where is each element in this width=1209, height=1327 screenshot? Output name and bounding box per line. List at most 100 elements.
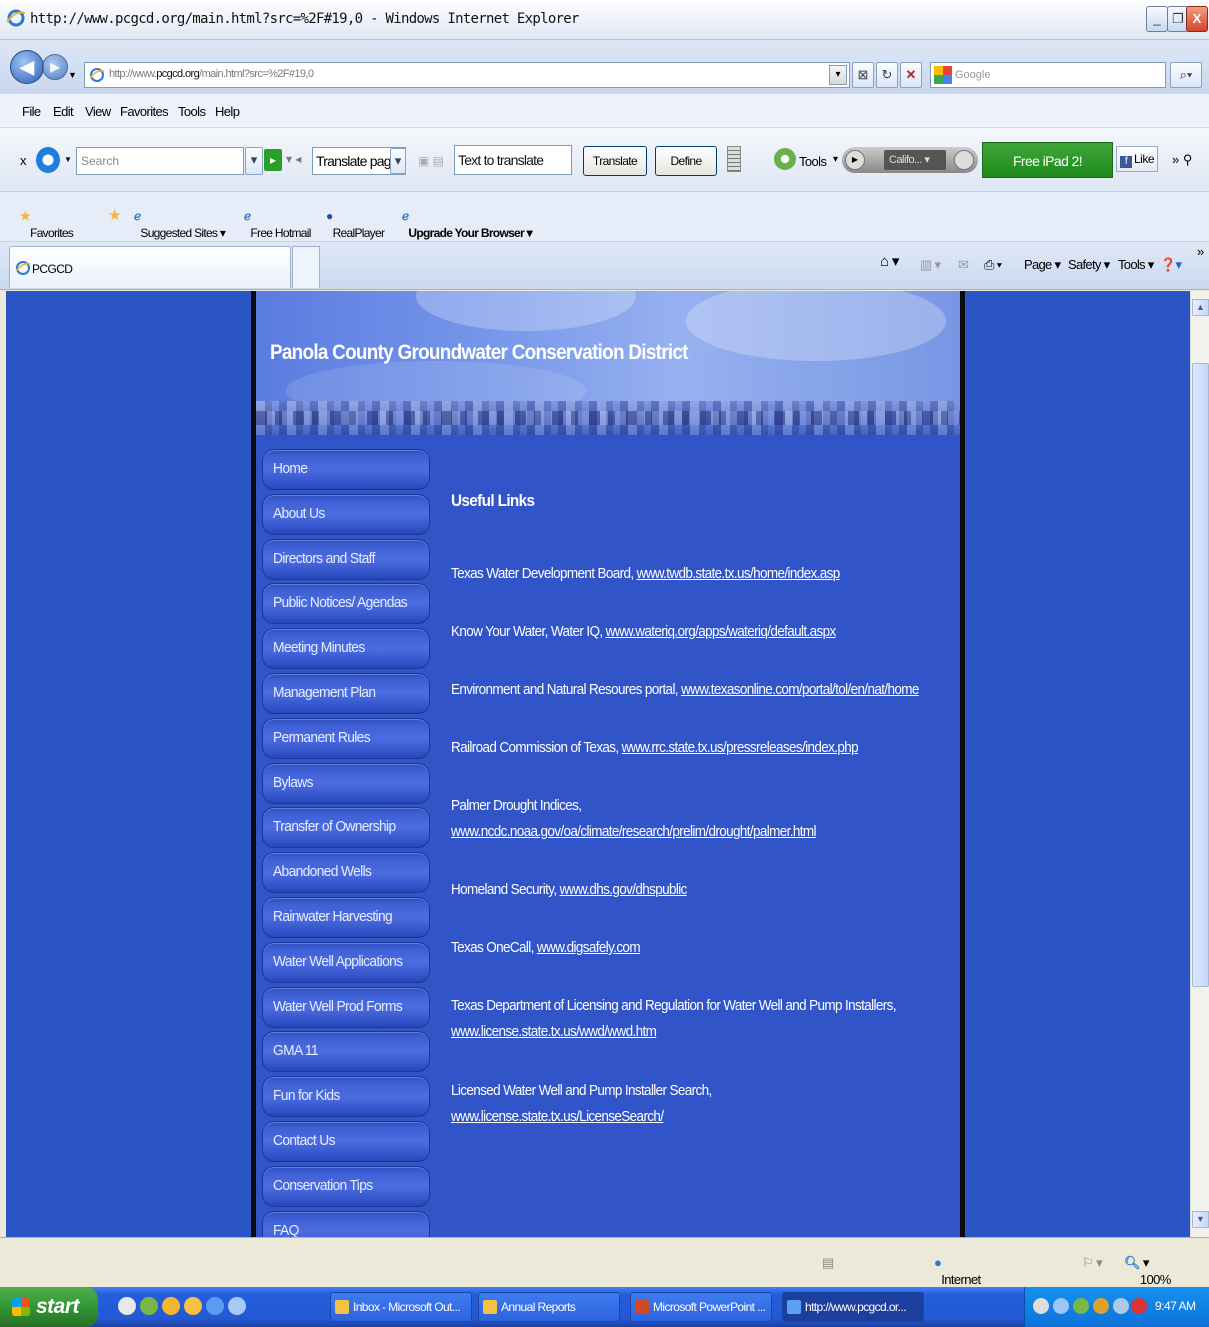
read-mail-icon[interactable]: ✉ <box>958 257 969 273</box>
link-url[interactable]: www.rrc.state.tx.us/pressreleases/index.… <box>622 739 859 756</box>
menu-favorites[interactable]: Favorites <box>120 104 169 119</box>
nav-public-notices[interactable]: Public Notices/ Agendas <box>262 583 430 625</box>
refresh-icon[interactable]: ↻ <box>876 62 898 88</box>
internet-zone[interactable]: ● Internet <box>934 1255 981 1287</box>
upgrade-browser-link[interactable]: ℯ Upgrade Your Browser ▾ <box>402 209 533 240</box>
text-to-translate-input[interactable]: Text to translate <box>454 145 572 175</box>
toolbar-search-input[interactable]: Search <box>76 147 244 175</box>
radio-player[interactable]: ▶ Califo... ▾ <box>842 147 978 173</box>
tools-dropdown-icon[interactable]: ▾ <box>833 154 838 165</box>
new-tab-button[interactable] <box>292 246 320 288</box>
task-outlook[interactable]: Inbox - Microsoft Out... <box>330 1292 472 1322</box>
feeds-icon[interactable]: ▥ ▾ <box>920 257 941 273</box>
link-url[interactable]: www.digsafely.com <box>537 939 641 956</box>
nav-rainwater-harvesting[interactable]: Rainwater Harvesting <box>262 896 430 938</box>
quick-launch-icon[interactable] <box>162 1297 180 1315</box>
tools-label[interactable]: Tools <box>799 154 827 169</box>
translate-dropdown[interactable]: ▾ <box>390 148 406 174</box>
menu-help[interactable]: Help <box>215 104 240 119</box>
tools-menu[interactable]: Tools ▾ <box>1118 257 1154 273</box>
minimize-button[interactable]: _ <box>1146 6 1168 32</box>
print-icon[interactable]: ⎙ ▾ <box>984 257 1002 273</box>
nav-fun-for-kids[interactable]: Fun for Kids <box>262 1076 430 1118</box>
define-button[interactable]: Define <box>655 146 717 176</box>
start-button[interactable]: start <box>0 1287 98 1327</box>
safety-menu[interactable]: Safety ▾ <box>1068 257 1110 273</box>
radio-play-icon[interactable]: ▶ <box>845 150 865 170</box>
nav-management-plan[interactable]: Management Plan <box>262 672 430 714</box>
zoom-level[interactable]: 🔍︎ 100% ▾ <box>1124 1255 1171 1287</box>
toolbar-nav-icon[interactable]: ▾ ◂ <box>286 152 301 166</box>
quick-launch-icon[interactable] <box>206 1297 224 1315</box>
menu-edit[interactable]: Edit <box>53 104 74 119</box>
nav-transfer-of-ownership[interactable]: Transfer of Ownership <box>262 807 430 849</box>
nav-faq[interactable]: FAQ <box>262 1210 430 1237</box>
forward-button[interactable]: ▶ <box>42 54 68 80</box>
scroll-thumb[interactable] <box>1192 363 1209 987</box>
task-ie-pcgcd[interactable]: http://www.pcgcd.or... <box>782 1292 924 1322</box>
link-url[interactable]: www.dhs.gov/dhspublic <box>560 881 688 898</box>
stop-icon[interactable]: ✕ <box>900 62 922 88</box>
nav-permanent-rules[interactable]: Permanent Rules <box>262 717 430 759</box>
tray-icon[interactable] <box>1033 1298 1049 1314</box>
calculator-icon[interactable] <box>727 146 741 172</box>
nav-conservation-tips[interactable]: Conservation Tips <box>262 1165 430 1207</box>
favorites-button[interactable]: ★ Favorites <box>20 209 74 240</box>
nav-about-us[interactable]: About Us <box>262 493 430 535</box>
quick-launch-icon[interactable] <box>184 1297 202 1315</box>
compatibility-view-icon[interactable]: ⊠ <box>852 62 874 88</box>
nav-home[interactable]: Home <box>262 449 430 490</box>
nav-water-well-applications[interactable]: Water Well Applications <box>262 941 430 983</box>
toolbar-go-icon[interactable]: ▸ <box>264 149 282 171</box>
menu-view[interactable]: View <box>85 104 111 119</box>
nav-abandoned-wells[interactable]: Abandoned Wells <box>262 852 430 894</box>
nav-contact-us[interactable]: Contact Us <box>262 1120 430 1162</box>
tray-icon[interactable] <box>1113 1298 1129 1314</box>
nav-gma-11[interactable]: GMA 11 <box>262 1031 430 1073</box>
link-url[interactable]: www.license.state.tx.us/LicenseSearch/ <box>451 1108 664 1125</box>
back-button[interactable]: ◀ <box>10 50 44 84</box>
address-dropdown-button[interactable]: ▾ <box>829 65 847 85</box>
nav-meeting-minutes[interactable]: Meeting Minutes <box>262 628 430 670</box>
suggested-sites-link[interactable]: ℯ Suggested Sites ▾ <box>134 209 226 240</box>
task-powerpoint[interactable]: Microsoft PowerPoint ... <box>630 1292 772 1322</box>
command-overflow-icon[interactable]: » <box>1197 244 1204 259</box>
scroll-up-arrow[interactable]: ▲ <box>1192 299 1209 316</box>
toolbar-search-dropdown[interactable]: ▾ <box>245 147 263 175</box>
toolbar-close-icon[interactable]: x <box>20 153 27 168</box>
menu-file[interactable]: File <box>22 104 41 119</box>
free-ipad-ad-button[interactable]: Free iPad 2! <box>982 142 1113 178</box>
address-bar[interactable]: http://www.pcgcd.org/main.html?src=%2F#1… <box>84 62 850 88</box>
google-search-input[interactable]: Google <box>930 62 1166 88</box>
nav-directors-and-staff[interactable]: Directors and Staff <box>262 538 430 580</box>
vertical-scrollbar[interactable]: ▲ ▼ <box>1190 291 1209 1237</box>
home-icon[interactable]: ⌂ ▾ <box>880 252 899 270</box>
tray-icon[interactable] <box>1053 1298 1069 1314</box>
tray-icon[interactable] <box>1073 1298 1089 1314</box>
quick-launch-icon[interactable] <box>140 1297 158 1315</box>
tools-gear-icon[interactable] <box>774 148 796 170</box>
page-menu[interactable]: Page ▾ <box>1024 257 1061 273</box>
scroll-down-arrow[interactable]: ▼ <box>1192 1211 1209 1228</box>
tab-pcgcd[interactable]: PCGCD <box>9 246 291 288</box>
nav-bylaws[interactable]: Bylaws <box>262 762 430 804</box>
facebook-like-button[interactable]: f Like <box>1116 146 1158 172</box>
clock[interactable]: 9:47 AM <box>1155 1299 1196 1313</box>
tray-icon[interactable] <box>1093 1298 1109 1314</box>
quick-launch-icon[interactable] <box>118 1297 136 1315</box>
realplayer-link[interactable]: ● RealPlayer <box>326 209 385 240</box>
link-url[interactable]: www.ncdc.noaa.gov/oa/climate/research/pr… <box>451 823 817 840</box>
radio-volume-icon[interactable] <box>954 150 974 170</box>
task-annual-reports[interactable]: Annual Reports <box>478 1292 620 1322</box>
link-url[interactable]: www.twdb.state.tx.us/home/index.asp <box>637 565 841 582</box>
toolbar-logo-dropdown-icon[interactable]: ▼ <box>64 155 72 164</box>
free-hotmail-link[interactable]: ℯ Free Hotmail <box>244 209 311 240</box>
translate-button[interactable]: Translate <box>583 146 647 176</box>
search-icon[interactable]: ⌕▾ <box>1170 62 1202 88</box>
quick-launch-icon[interactable] <box>228 1297 246 1315</box>
recent-pages-dropdown-icon[interactable]: ▼ <box>68 70 77 80</box>
toolbar-logo-icon[interactable] <box>36 147 60 173</box>
protected-mode-icon[interactable]: ⚐ ▾ <box>1082 1255 1103 1271</box>
link-url[interactable]: www.wateriq.org/apps/wateriq/default.asp… <box>606 623 837 640</box>
tray-icon[interactable] <box>1131 1298 1147 1314</box>
